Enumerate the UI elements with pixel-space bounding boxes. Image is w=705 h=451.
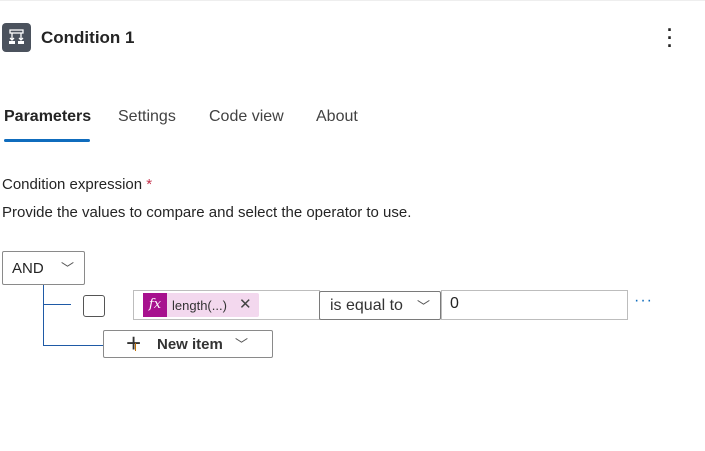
tab-parameters[interactable]: Parameters bbox=[4, 108, 91, 126]
new-item-button[interactable]: + New item ﹀ bbox=[103, 328, 273, 358]
chevron-down-icon: ﹀ bbox=[235, 337, 249, 352]
top-divider bbox=[0, 0, 705, 1]
tab-about[interactable]: About bbox=[316, 108, 358, 126]
tree-line-new-item bbox=[43, 345, 103, 346]
condition-expression-label: Condition expression * bbox=[2, 176, 152, 193]
remove-token-icon[interactable]: ✕ bbox=[239, 295, 252, 313]
row-checkbox[interactable] bbox=[83, 295, 105, 317]
action-title: Condition 1 bbox=[41, 28, 135, 47]
row-more-icon[interactable]: ··· bbox=[634, 292, 653, 310]
condition-icon bbox=[2, 23, 31, 52]
active-tab-indicator bbox=[4, 139, 90, 142]
operator-dropdown[interactable]: is equal to ﹀ bbox=[319, 291, 441, 320]
tab-settings[interactable]: Settings bbox=[118, 108, 176, 126]
token-label: length(...) bbox=[172, 298, 227, 313]
expression-token[interactable]: fx length(...) ✕ bbox=[143, 293, 259, 317]
right-operand-input[interactable]: 0 bbox=[441, 290, 628, 320]
tree-line-vertical bbox=[43, 285, 44, 346]
tree-line-row bbox=[43, 304, 71, 305]
operator-value: is equal to bbox=[330, 297, 403, 314]
required-marker: * bbox=[146, 176, 153, 193]
tab-code-view[interactable]: Code view bbox=[209, 108, 284, 126]
plus-icon: + bbox=[126, 328, 142, 358]
more-vertical-icon[interactable]: · · · bbox=[662, 21, 678, 55]
fx-icon: fx bbox=[143, 293, 167, 317]
label-text: Condition expression bbox=[2, 176, 143, 193]
group-operator-value: AND bbox=[12, 260, 44, 277]
condition-description: Provide the values to compare and select… bbox=[2, 204, 412, 221]
new-item-label: New item bbox=[157, 336, 223, 353]
chevron-down-icon: ﹀ bbox=[60, 261, 74, 276]
group-operator-dropdown[interactable]: AND ﹀ bbox=[2, 251, 85, 285]
chevron-down-icon: ﹀ bbox=[416, 299, 430, 314]
